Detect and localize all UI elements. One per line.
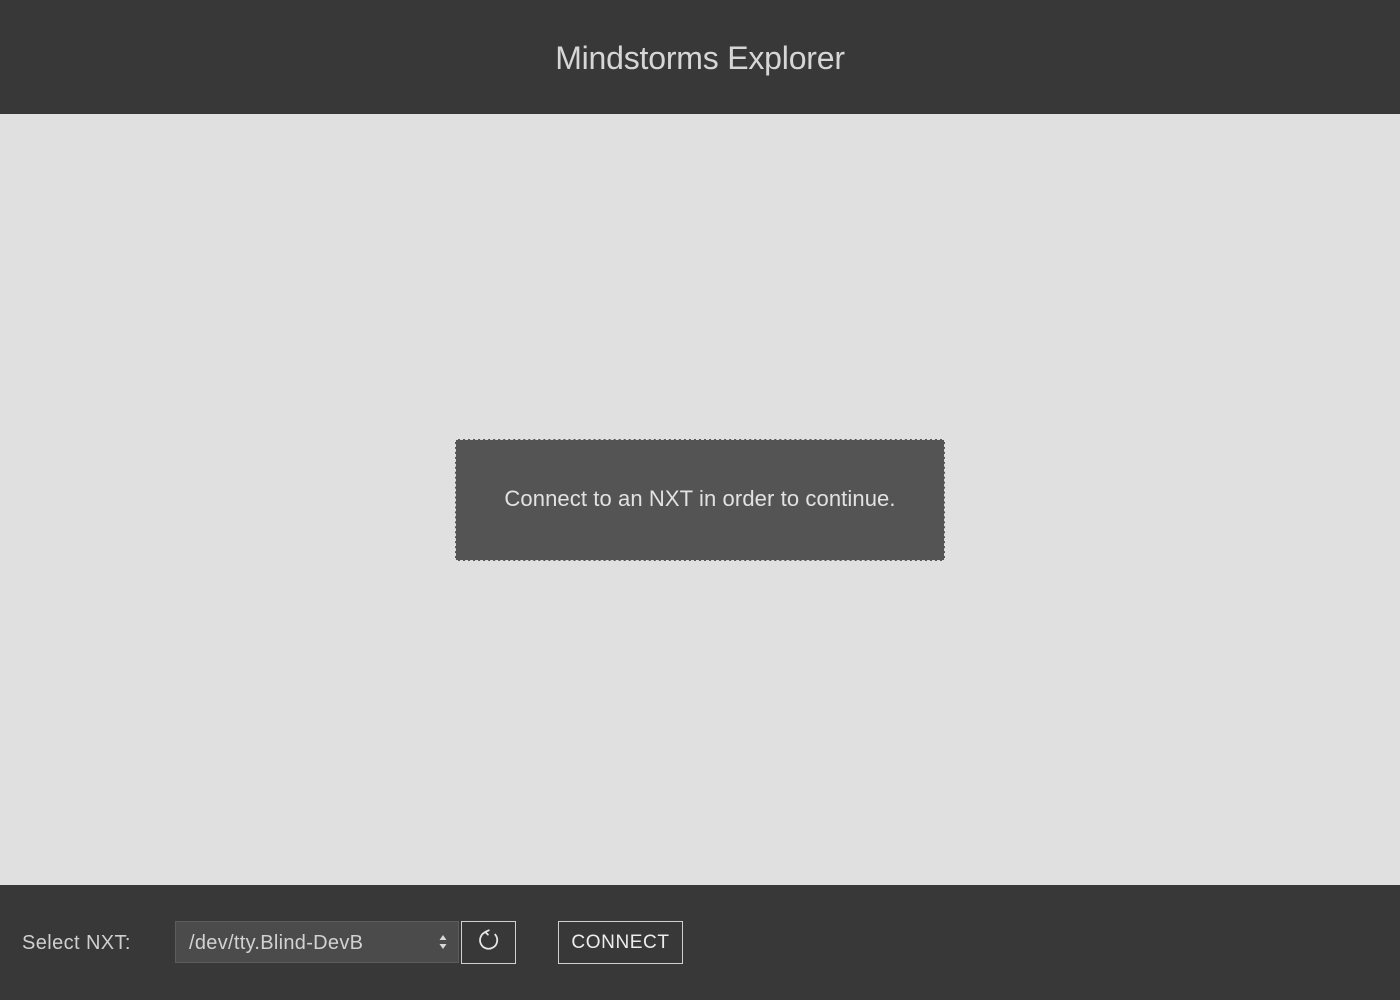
nxt-device-select[interactable]: /dev/tty.Blind-DevB [175,921,459,963]
connect-notice-box: Connect to an NXT in order to continue. [455,439,945,561]
app-title: Mindstorms Explorer [555,39,845,76]
selected-device-value: /dev/tty.Blind-DevB [189,932,364,954]
refresh-devices-button[interactable] [461,921,516,964]
select-nxt-label: Select NXT: [22,932,131,954]
connect-button[interactable]: CONNECT [558,921,683,964]
connection-toolbar: Select NXT: /dev/tty.Blind-DevB CONNECT [0,885,1400,1000]
app-header: Mindstorms Explorer [0,0,1400,114]
main-content-area: Connect to an NXT in order to continue. [0,114,1400,885]
refresh-icon [476,927,502,958]
connect-notice-text: Connect to an NXT in order to continue. [504,486,896,511]
updown-arrows-icon [438,932,448,952]
